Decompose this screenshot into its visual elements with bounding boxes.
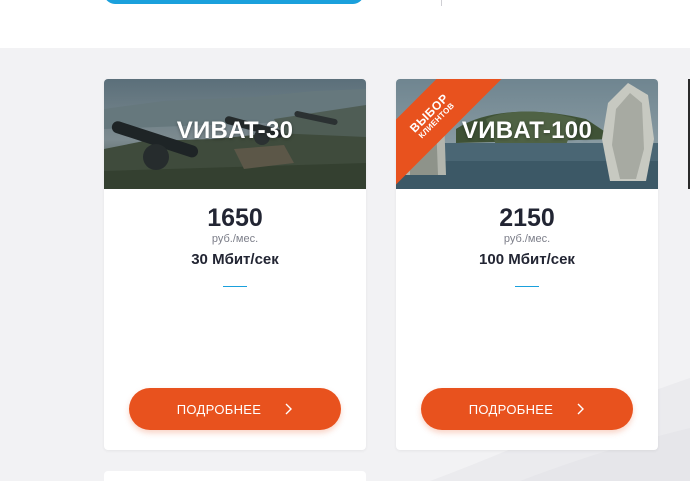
details-button-label: ПОДРОБНЕЕ: [468, 401, 554, 417]
plan-speed: 30 Мбит/сек: [191, 251, 279, 268]
plan-price: 1650: [207, 204, 263, 232]
chevron-right-icon: [285, 403, 293, 415]
tariff-card-viwat-100: ВЫБОР КЛИЕНТОВ VИBAT-100 2150 руб./мес. …: [396, 79, 658, 450]
next-row-card: [104, 471, 366, 481]
plan-title: VИBAT-30: [176, 117, 294, 144]
plan-title: VИBAT-100: [461, 117, 593, 144]
sea-cliffs-photo: ВЫБОР КЛИЕНТОВ VИBAT-100: [396, 79, 658, 189]
top-action-button[interactable]: [104, 0, 364, 4]
chevron-right-icon: [577, 403, 585, 415]
details-button[interactable]: ПОДРОБНЕЕ: [421, 388, 633, 430]
top-divider: [441, 0, 442, 6]
divider-line: [223, 286, 247, 287]
price-unit: руб./мес.: [503, 233, 551, 245]
details-button-label: ПОДРОБНЕЕ: [176, 401, 262, 417]
top-bar: [0, 0, 690, 48]
cannons-on-hill-photo: VИBAT-30: [104, 79, 366, 189]
details-button[interactable]: ПОДРОБНЕЕ: [129, 388, 341, 430]
divider-line: [515, 286, 539, 287]
tariff-card-viwat-30: VИBAT-30 1650 руб./мес. 30 Мбит/сек ПОДР…: [104, 79, 366, 450]
price-unit: руб./мес.: [211, 233, 259, 245]
plan-speed: 100 Мбит/сек: [479, 251, 575, 268]
plan-price: 2150: [499, 204, 555, 232]
